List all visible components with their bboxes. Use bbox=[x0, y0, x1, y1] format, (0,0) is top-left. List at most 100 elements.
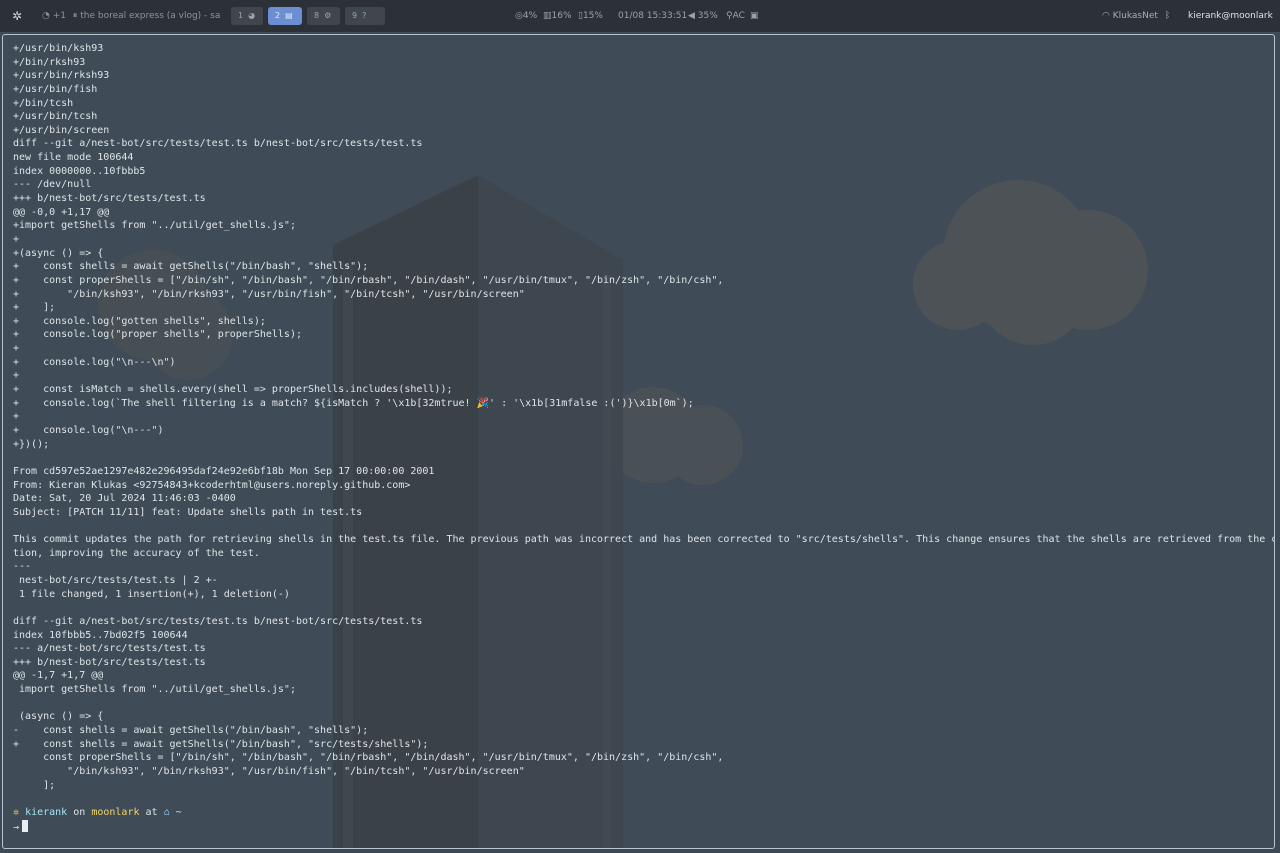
terminal-line: import getShells from "../util/get_shell… bbox=[13, 684, 296, 696]
terminal-line: ]; bbox=[13, 779, 56, 791]
workspace-icon: ⚙ bbox=[324, 11, 332, 20]
terminal-line: + "/bin/ksh93", "/bin/rksh93", "/usr/bin… bbox=[13, 288, 525, 300]
prompt-arrow-icon: → bbox=[13, 821, 20, 833]
terminal-line: index 0000000..10fbbb5 bbox=[13, 165, 146, 177]
terminal-line: diff --git a/nest-bot/src/tests/test.ts … bbox=[13, 138, 423, 150]
volume-status[interactable]: ◀ 35% bbox=[688, 0, 718, 32]
screenshot-icon[interactable]: ▣ bbox=[750, 0, 759, 32]
terminal-line: + console.log(`The shell filtering is a … bbox=[13, 397, 694, 409]
terminal-line: +/bin/tcsh bbox=[13, 97, 74, 109]
memory-icon: ▥ bbox=[543, 11, 552, 21]
cpu-icon: ◎ bbox=[515, 11, 523, 21]
workspace-icon: ? bbox=[362, 11, 367, 20]
terminal-line: Date: Sat, 20 Jul 2024 11:46:03 -0400 bbox=[13, 493, 236, 505]
terminal-line: nest-bot/src/tests/test.ts | 2 +- bbox=[13, 574, 218, 586]
network-status[interactable]: ◠ KlukasNet ᛒ bbox=[1102, 0, 1170, 32]
terminal-line: +/usr/bin/fish bbox=[13, 83, 98, 95]
terminal-line: tion, improving the accuracy of the test… bbox=[13, 547, 260, 559]
media-source-icon: ◔ bbox=[42, 11, 50, 21]
workspace-number: 8 bbox=[314, 11, 320, 20]
terminal-line: index 10fbbb5..7bd02f5 100644 bbox=[13, 629, 188, 641]
terminal-line: + ]; bbox=[13, 302, 56, 314]
user-host: kierank@moonlark bbox=[1188, 11, 1273, 21]
terminal-line: + const isMatch = shells.every(shell => … bbox=[13, 384, 453, 396]
memory-status: ▥16% bbox=[543, 11, 572, 21]
workspace-2-button[interactable]: 2 ▤ bbox=[268, 7, 302, 25]
terminal-line: --- bbox=[13, 561, 32, 573]
clock[interactable]: 01/08 15:33:51 bbox=[618, 0, 687, 32]
terminal-line: + console.log("gotten shells", shells); bbox=[13, 315, 266, 327]
terminal-line: + bbox=[13, 233, 20, 245]
workspace-number: 9 bbox=[352, 11, 358, 20]
cpu-status: ◎4% bbox=[515, 11, 538, 21]
top-bar: ✲ ◔ +1 ⏸ the boreal express (a vlog) - s… bbox=[0, 0, 1280, 33]
workspace-9-button[interactable]: 9? bbox=[345, 7, 385, 25]
input-line[interactable]: → bbox=[13, 819, 1274, 834]
terminal-line: + bbox=[13, 370, 20, 382]
workspace-8-button[interactable]: 8 ⚙ bbox=[307, 7, 340, 25]
media-widget[interactable]: ◔ +1 ⏸ the boreal express (a vlog) - sav… bbox=[42, 0, 220, 32]
workspace-1-button[interactable]: 1 ◕ bbox=[231, 7, 263, 25]
terminal-line: +(async () => { bbox=[13, 247, 104, 259]
terminal-line: + const properShells = ["/bin/sh", "/bin… bbox=[13, 274, 724, 286]
text-cursor bbox=[22, 819, 29, 832]
prompt-on: on bbox=[73, 806, 86, 818]
terminal-line: + console.log("proper shells", properShe… bbox=[13, 329, 302, 341]
terminal-line: + bbox=[13, 343, 20, 355]
wifi-icon: ◠ bbox=[1102, 11, 1110, 21]
terminal-line: +++ b/nest-bot/src/tests/test.ts bbox=[13, 193, 206, 205]
network-name: KlukasNet bbox=[1112, 11, 1158, 21]
workspace-number: 1 bbox=[238, 11, 244, 20]
prompt-dir: ~ bbox=[175, 806, 182, 818]
workspace-number: 2 bbox=[275, 11, 281, 20]
terminal-line: +/usr/bin/rksh93 bbox=[13, 70, 110, 82]
prompt-at: at bbox=[145, 806, 158, 818]
terminal-output[interactable]: +/usr/bin/ksh93 +/bin/rksh93 +/usr/bin/rks… bbox=[13, 42, 1275, 834]
terminal-line: + console.log("\n---\n") bbox=[13, 356, 176, 368]
terminal-line: new file mode 100644 bbox=[13, 152, 134, 164]
terminal-line: +/usr/bin/screen bbox=[13, 124, 110, 136]
terminal-line: +/usr/bin/tcsh bbox=[13, 111, 98, 123]
terminal-line: This commit updates the path for retriev… bbox=[13, 534, 1275, 546]
terminal-line: From: Kieran Klukas <92754843+kcoderhtml… bbox=[13, 479, 411, 491]
pause-icon[interactable]: ⏸ bbox=[73, 11, 78, 21]
terminal-line: + console.log("\n---") bbox=[13, 424, 164, 436]
workspace-icon: ◕ bbox=[248, 11, 256, 20]
terminal-line: +})(); bbox=[13, 438, 50, 450]
plug-icon: ⚲ bbox=[726, 11, 733, 21]
terminal-line: diff --git a/nest-bot/src/tests/test.ts … bbox=[13, 615, 423, 627]
terminal-line: 1 file changed, 1 insertion(+), 1 deleti… bbox=[13, 588, 290, 600]
shell-prompt: ✲ kierank on moonlark at ⌂ ~ bbox=[13, 806, 1274, 820]
prompt-user: kierank bbox=[25, 806, 68, 818]
terminal-line: + bbox=[13, 411, 20, 423]
terminal-line: From cd597e52ae1297e482e296495daf24e92e6… bbox=[13, 465, 435, 477]
prompt-host: moonlark bbox=[91, 806, 140, 818]
terminal-line: - const shells = await getShells("/bin/b… bbox=[13, 725, 369, 737]
disk-status: ▯15% bbox=[578, 11, 603, 21]
media-source: +1 bbox=[52, 11, 67, 21]
terminal-line: const properShells = ["/bin/sh", "/bin/b… bbox=[13, 752, 724, 764]
media-title: the boreal express (a vlog) - savi... bbox=[80, 11, 220, 21]
terminal-line: @@ -1,7 +1,7 @@ bbox=[13, 670, 104, 682]
prompt-star-icon: ✲ bbox=[13, 806, 20, 818]
terminal-line: --- a/nest-bot/src/tests/test.ts bbox=[13, 643, 206, 655]
terminal-window[interactable]: +/usr/bin/ksh93 +/bin/rksh93 +/usr/bin/rks… bbox=[2, 34, 1275, 849]
gear-icon[interactable]: ✲ bbox=[12, 0, 22, 32]
power-status: ⚲AC bbox=[726, 11, 745, 21]
terminal-line: +++ b/nest-bot/src/tests/test.ts bbox=[13, 656, 206, 668]
home-icon: ⌂ bbox=[163, 806, 170, 818]
terminal-line: --- /dev/null bbox=[13, 179, 92, 191]
terminal-line: @@ -0,0 +1,17 @@ bbox=[13, 206, 110, 218]
volume-icon: ◀ bbox=[688, 11, 695, 21]
workspace-icon: ▤ bbox=[285, 11, 293, 20]
terminal-line: +import getShells from "../util/get_shel… bbox=[13, 220, 296, 232]
terminal-line: +/bin/rksh93 bbox=[13, 56, 86, 68]
terminal-line: Subject: [PATCH 11/11] feat: Update shel… bbox=[13, 506, 363, 518]
bluetooth-icon[interactable]: ᛒ bbox=[1165, 11, 1170, 21]
terminal-line: (async () => { bbox=[13, 711, 104, 723]
